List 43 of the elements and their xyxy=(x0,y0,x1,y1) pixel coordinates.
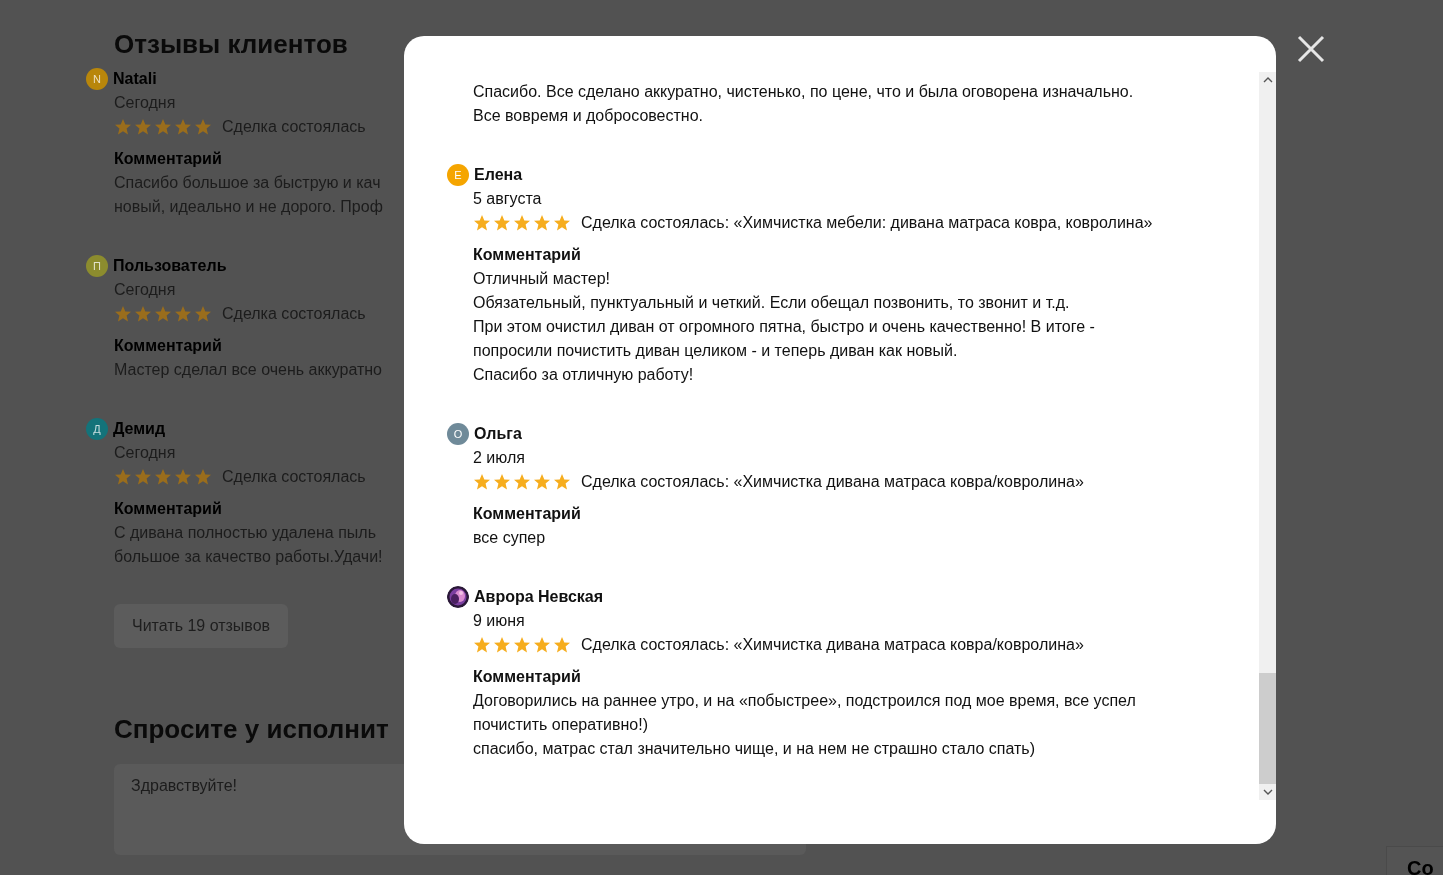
review-date: 2 июля xyxy=(473,448,526,468)
scrollbar[interactable] xyxy=(1259,72,1276,800)
comment-label: Комментарий xyxy=(473,245,582,265)
comment-text: Все вовремя и добросовестно. xyxy=(472,106,705,126)
scroll-up-icon[interactable] xyxy=(1262,77,1273,83)
section-heading: Отзывы клиентов xyxy=(113,28,349,61)
read-reviews-button[interactable]: Читать 19 отзывов xyxy=(114,604,289,648)
comment-label: Комментарий xyxy=(473,504,582,524)
comment-text: спасибо, матрас стал значительно чище, и на нем не страшно стало спать) xyxy=(473,739,1036,759)
comment-text: При этом очистил диван от огромного пятна, быстро и очень качественно! В итоге - xyxy=(473,317,1096,337)
avatar: П xyxy=(86,255,108,277)
review-date: 9 июня xyxy=(473,611,526,631)
comment-label: Комментарий xyxy=(114,336,223,356)
close-icon[interactable] xyxy=(1297,35,1325,63)
comment-label: Комментарий xyxy=(114,149,223,169)
comment-text: попросили почистить диван целиком - и теперь диван как новый. xyxy=(473,341,959,361)
comment-text: почистить оперативно!) xyxy=(473,715,650,735)
section-heading: Спросите у исполнит xyxy=(113,713,390,746)
corner-card[interactable]: Со xyxy=(1386,846,1443,875)
comment-label: Комментарий xyxy=(114,499,223,519)
comment-text: Спасибо. Все сделано аккуратно, чистенько, по цене, что и была оговорена изначально. xyxy=(472,82,1135,102)
scroll-down-icon[interactable] xyxy=(1262,789,1273,795)
comment-text: Обязательный, пунктуальный и четкий. Если обещал позвонить, то звонит и т.д. xyxy=(473,293,1071,313)
comment-text: Отличный мастер! xyxy=(473,269,612,289)
comment-label: Комментарий xyxy=(473,667,582,687)
deal-status: Сделка состоялась: «Химчистка дивана матраса ковра/ковролина» xyxy=(581,472,1084,492)
avatar: О xyxy=(447,423,469,445)
reviewer-name: Демид xyxy=(113,420,166,438)
comment-text: все супер xyxy=(473,528,547,548)
avatar: N xyxy=(86,68,108,90)
comment-text: Договорились на раннее утро, и на «побыстрее», подстроился под мое время, все успел xyxy=(473,691,1137,711)
avatar: Е xyxy=(447,164,469,186)
reviewer-name: Елена xyxy=(474,166,523,184)
deal-status: Сделка состоялась: «Химчистка мебели: дивана матраса ковра, ковролина» xyxy=(581,213,1153,233)
reviewer-name: Пользователь xyxy=(113,257,227,275)
review-date: 5 августа xyxy=(473,189,543,209)
deal-status: Сделка состоялась: «Химчистка дивана матраса ковра/ковролина» xyxy=(581,635,1084,655)
comment-text: Спасибо за отличную работу! xyxy=(473,365,695,385)
avatar: Д xyxy=(86,418,108,440)
reviewer-name: Ольга xyxy=(474,425,522,443)
reviewer-name: Аврора Невская xyxy=(474,588,604,606)
reviewer-name: Natali xyxy=(113,70,157,88)
scrollbar-thumb[interactable] xyxy=(1259,673,1276,784)
